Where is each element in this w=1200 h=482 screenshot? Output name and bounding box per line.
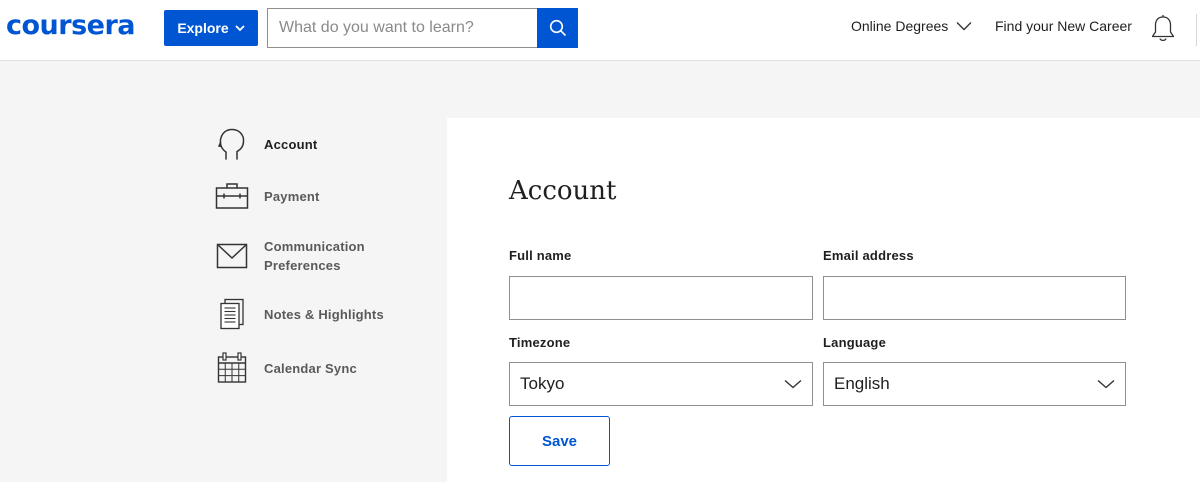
- search-icon: [549, 19, 567, 37]
- search-button[interactable]: [537, 8, 578, 48]
- header-divider: [1196, 14, 1197, 46]
- sidebar-item-label-line2: Preferences: [264, 258, 341, 273]
- sidebar-item-label: Payment: [264, 188, 320, 204]
- chevron-down-icon: [784, 379, 802, 389]
- bell-icon: [1150, 14, 1176, 44]
- sidebar-item-label-line1: Communication: [264, 239, 365, 254]
- coursera-logo[interactable]: coursera: [6, 8, 136, 44]
- online-degrees-label: Online Degrees: [851, 18, 949, 34]
- calendar-icon: [212, 352, 252, 384]
- save-button[interactable]: Save: [509, 416, 610, 466]
- chevron-down-icon: [956, 21, 972, 31]
- language-value: English: [834, 374, 890, 393]
- chevron-down-icon: [1097, 379, 1115, 389]
- notes-icon: [212, 298, 252, 330]
- sidebar-item-label: Communication Preferences: [264, 237, 365, 275]
- sidebar-item-calendar-sync[interactable]: Calendar Sync: [212, 352, 357, 384]
- sidebar-item-label: Calendar Sync: [264, 360, 357, 376]
- sidebar-item-communication-preferences[interactable]: Communication Preferences: [212, 237, 365, 275]
- top-header: coursera Explore Online Degrees Find you…: [0, 0, 1200, 61]
- email-label: Email address: [823, 248, 914, 263]
- chevron-down-icon: [235, 24, 245, 32]
- online-degrees-menu[interactable]: Online Degrees: [851, 18, 972, 34]
- sidebar-item-notes-highlights[interactable]: Notes & Highlights: [212, 298, 384, 330]
- language-label: Language: [823, 335, 886, 350]
- full-name-input[interactable]: [509, 276, 813, 320]
- sidebar-item-label: Notes & Highlights: [264, 306, 384, 322]
- notifications-button[interactable]: [1150, 14, 1176, 49]
- page-title: Account: [509, 176, 617, 206]
- find-career-link[interactable]: Find your New Career: [995, 18, 1132, 34]
- timezone-select[interactable]: Tokyo: [509, 362, 813, 406]
- explore-button[interactable]: Explore: [164, 10, 258, 46]
- full-name-label: Full name: [509, 248, 572, 263]
- envelope-icon: [212, 243, 252, 269]
- sidebar-item-label: Account: [264, 136, 318, 152]
- search-input[interactable]: [267, 8, 537, 48]
- sidebar-item-account[interactable]: Account: [212, 126, 317, 162]
- timezone-value: Tokyo: [520, 374, 565, 393]
- timezone-label: Timezone: [509, 335, 571, 350]
- account-panel: Account Full name Email address Timezone…: [447, 118, 1200, 482]
- email-input[interactable]: [823, 276, 1126, 320]
- sidebar-item-payment[interactable]: Payment: [212, 182, 320, 210]
- briefcase-icon: [212, 182, 252, 210]
- explore-label: Explore: [177, 20, 229, 36]
- head-icon: [212, 126, 252, 162]
- language-select[interactable]: English: [823, 362, 1126, 406]
